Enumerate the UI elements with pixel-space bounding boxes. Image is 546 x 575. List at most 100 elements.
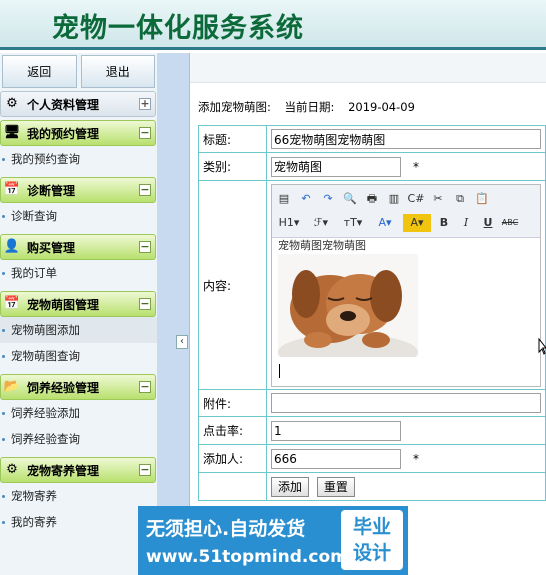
paste-icon[interactable]: 📋 — [473, 190, 491, 208]
collapse-icon[interactable]: − — [139, 184, 151, 196]
app-header: 宠物一体化服务系统 — [0, 0, 546, 50]
page-title: 添加宠物萌图: — [198, 100, 271, 114]
sidebar-top-buttons: 返回 退出 — [0, 53, 157, 90]
print-icon[interactable]: 🖶 — [363, 190, 381, 208]
sidebar-item-my-appointments[interactable]: 我的预约查询 — [0, 146, 157, 172]
sidebar-item-my-orders[interactable]: 我的订单 — [0, 260, 157, 286]
collapse-icon[interactable]: − — [139, 381, 151, 393]
menu-group-experience[interactable]: 📂 饲养经验管理 − — [0, 374, 156, 400]
text-caret — [279, 363, 280, 378]
menu-items: 我的预约查询 — [0, 146, 157, 176]
menu-group-appointments[interactable]: 🖥 我的预约管理 − — [0, 120, 156, 146]
template-icon[interactable]: ▥ — [385, 190, 403, 208]
menu-items: 我的订单 — [0, 260, 157, 290]
sidebar-item-add-experience[interactable]: 饲养经验添加 — [0, 400, 157, 426]
menu-items: 诊断查询 — [0, 203, 157, 233]
title-label: 标题: — [198, 125, 267, 153]
font-color-dropdown[interactable]: A▾ — [371, 214, 399, 232]
required-mark: * — [413, 159, 419, 174]
watermark-line2: www.51topmind.com — [146, 547, 348, 567]
font-size-dropdown[interactable]: ᴛT▾ — [339, 214, 367, 232]
menu-group-pet-pics[interactable]: 📅 宠物萌图管理 − — [0, 291, 156, 317]
watermark-text: 无须担心.自动发货 www.51topmind.com — [146, 514, 348, 567]
form-row-attachment: 附件: — [198, 389, 546, 417]
date-label: 当前日期: — [284, 100, 335, 114]
menu-items — [0, 117, 157, 119]
attachment-input[interactable] — [271, 393, 541, 413]
menu-group-diagnosis[interactable]: 📅 诊断管理 − — [0, 177, 156, 203]
italic-button[interactable]: I — [457, 214, 475, 232]
bold-button[interactable]: B — [435, 214, 453, 232]
editor-toolbar: ▤ ↶ ↷ 🔍 🖶 ▥ C# ✂ ⧉ 📋 H1▾ ℱ▾ ᴛT▾ A▾ A▾ B … — [272, 184, 540, 238]
menu-items: 宠物寄养 我的寄养 — [0, 483, 157, 539]
watermark-badge-line1: 毕业 — [352, 516, 391, 538]
gear-icon: ⚙ — [6, 96, 18, 111]
clicks-input[interactable]: 1 — [271, 420, 401, 441]
main-content: 添加宠物萌图: 当前日期: 2019-04-09 标题: 66宠物萌图宠物萌图 … — [190, 53, 546, 575]
cut-icon[interactable]: ✂ — [429, 190, 447, 208]
user-icon: 👤 — [3, 239, 21, 254]
rich-text-editor: ▤ ↶ ↷ 🔍 🖶 ▥ C# ✂ ⧉ 📋 H1▾ ℱ▾ ᴛT▾ A▾ A▾ B … — [271, 183, 541, 387]
strikethrough-button[interactable]: ABC — [501, 214, 519, 232]
attachment-cell — [266, 389, 546, 417]
sidebar-item-pet-boarding[interactable]: 宠物寄养 — [0, 483, 157, 509]
back-button[interactable]: 返回 — [2, 55, 77, 88]
submit-button[interactable]: 添加 — [271, 476, 310, 497]
menu-group-profile[interactable]: ⚙ 个人资料管理 + — [0, 91, 156, 117]
sidebar-item-query-pet-pic[interactable]: 宠物萌图查询 — [0, 343, 157, 369]
bullet-icon — [2, 520, 5, 524]
actions-cell: 添加 重置 — [266, 472, 546, 501]
reset-button[interactable]: 重置 — [316, 476, 355, 497]
folder-icon: 📂 — [3, 379, 21, 394]
bullet-icon — [2, 411, 5, 415]
bullet-icon — [2, 214, 5, 218]
undo-icon[interactable]: ↶ — [297, 190, 315, 208]
logout-button[interactable]: 退出 — [80, 55, 155, 88]
title-input[interactable]: 66宠物萌图宠物萌图 — [271, 129, 541, 149]
title-cell: 66宠物萌图宠物萌图 — [266, 125, 546, 153]
expand-icon[interactable]: + — [139, 98, 151, 110]
menu-group-purchases[interactable]: 👤 购买管理 − — [0, 234, 156, 260]
adder-input[interactable]: 666 — [271, 448, 401, 469]
adder-cell: 666 * — [266, 444, 546, 473]
menu-group-title: 购买管理 — [27, 240, 76, 255]
sidebar-item-my-boarding[interactable]: 我的寄养 — [0, 509, 157, 535]
bullet-icon — [2, 354, 5, 358]
copy-icon[interactable]: ⧉ — [451, 190, 469, 208]
redo-icon[interactable]: ↷ — [319, 190, 337, 208]
category-label: 类别: — [198, 152, 267, 181]
source-icon[interactable]: ▤ — [275, 190, 293, 208]
attachment-label: 附件: — [198, 389, 267, 417]
preview-icon[interactable]: 🔍 — [341, 190, 359, 208]
sidebar-item-diagnosis-query[interactable]: 诊断查询 — [0, 203, 157, 229]
clicks-label: 点击率: — [198, 416, 267, 445]
collapse-icon[interactable]: − — [139, 127, 151, 139]
sidebar-item-query-experience[interactable]: 饲养经验查询 — [0, 426, 157, 452]
category-input[interactable]: 宠物萌图 — [271, 156, 401, 177]
underline-button[interactable]: U — [479, 214, 497, 232]
calendar-icon: 📅 — [3, 296, 21, 311]
heading-dropdown[interactable]: H1▾ — [275, 214, 303, 232]
collapse-icon[interactable]: − — [139, 464, 151, 476]
sidebar: 返回 退出 ⚙ 个人资料管理 + 🖥 我的预约管理 − 我的预约查询 📅 诊断管… — [0, 53, 157, 575]
sidebar-splitter[interactable] — [157, 53, 190, 575]
chevron-left-icon[interactable]: ‹ — [176, 335, 188, 349]
tab-strip — [190, 53, 546, 83]
collapse-icon[interactable]: − — [139, 241, 151, 253]
code-icon[interactable]: C# — [407, 190, 425, 208]
menu-group-title: 诊断管理 — [27, 183, 76, 198]
sidebar-item-add-pet-pic[interactable]: 宠物萌图添加 — [0, 317, 157, 343]
editor-text: 宠物萌图宠物萌图 — [278, 238, 366, 252]
menu-group-title: 宠物萌图管理 — [27, 297, 100, 312]
gear-icon: ⚙ — [6, 462, 18, 477]
menu-group-boarding[interactable]: ⚙ 宠物寄养管理 − — [0, 457, 156, 483]
app-title: 宠物一体化服务系统 — [52, 13, 304, 44]
form-row-adder: 添加人: 666 * — [198, 444, 546, 473]
collapse-icon[interactable]: − — [139, 298, 151, 310]
highlight-color-dropdown[interactable]: A▾ — [403, 213, 431, 232]
category-cell: 宠物萌图 * — [266, 152, 546, 181]
adder-label: 添加人: — [198, 444, 267, 473]
menu-group-title: 饲养经验管理 — [27, 380, 100, 395]
editor-content-area[interactable]: 宠物萌图宠物萌图 — [272, 238, 540, 386]
font-family-dropdown[interactable]: ℱ▾ — [307, 214, 335, 232]
